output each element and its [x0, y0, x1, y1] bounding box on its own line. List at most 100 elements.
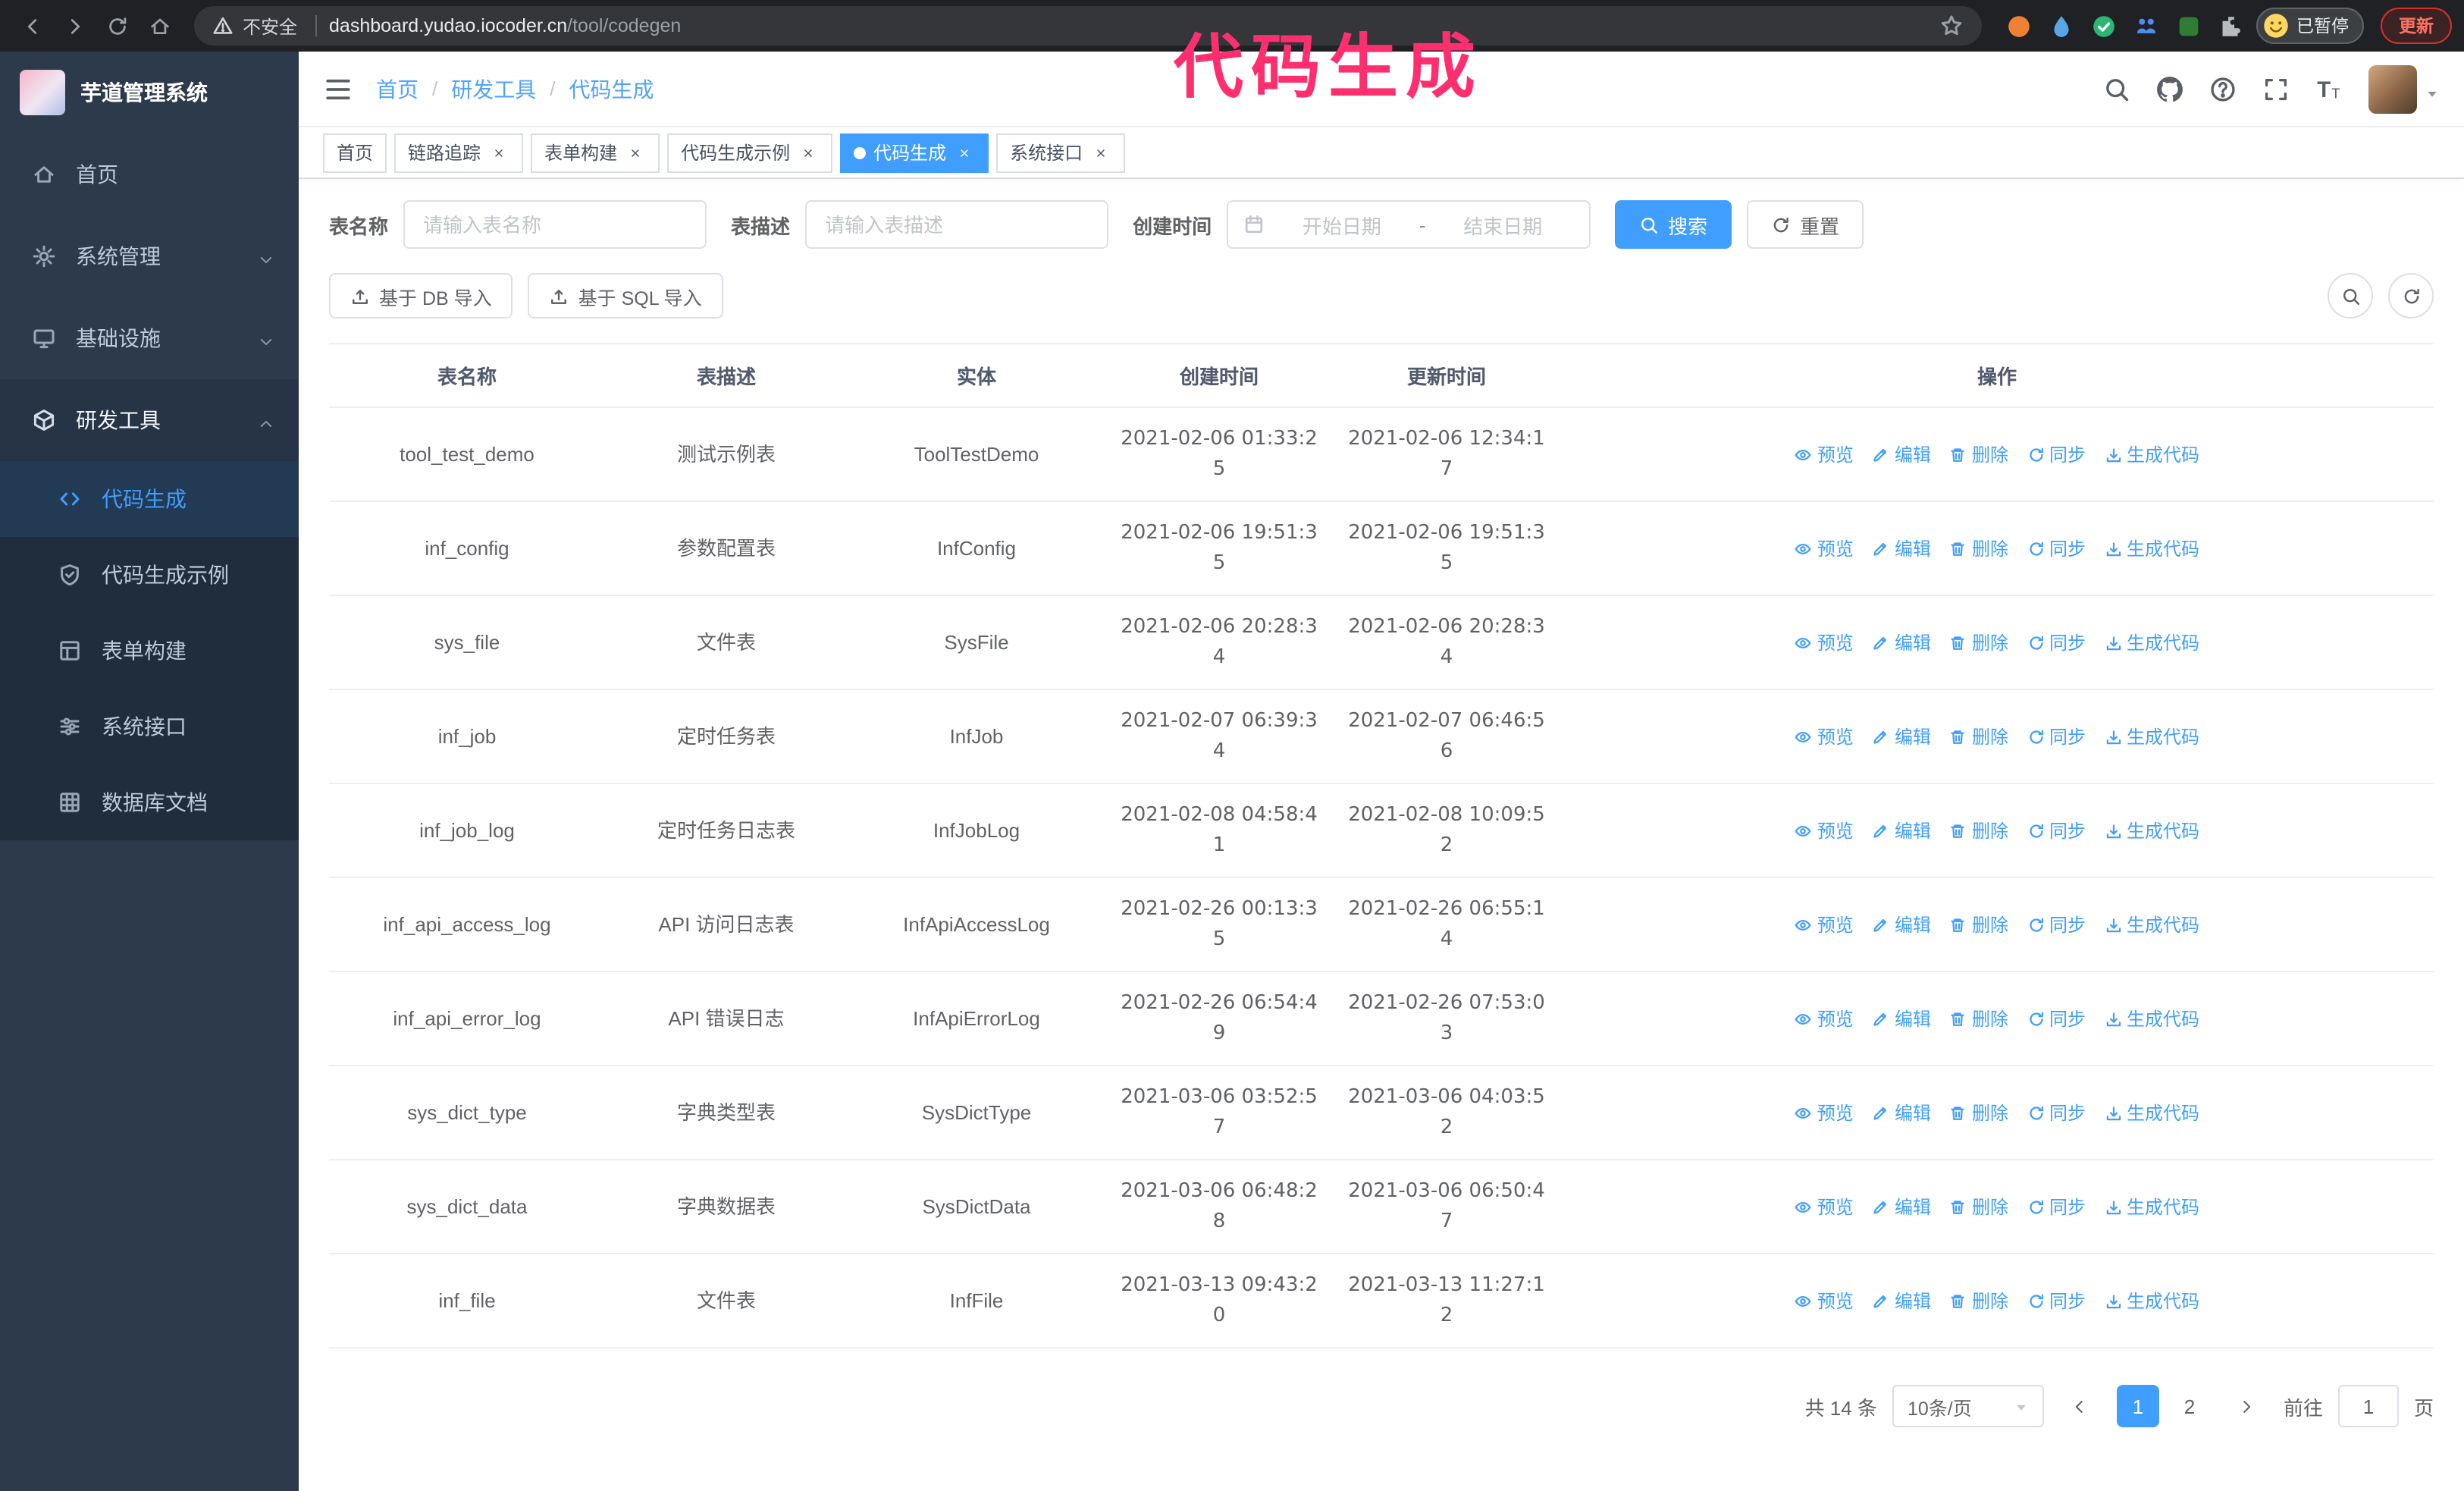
- breadcrumb-item-1[interactable]: 研发工具: [451, 74, 536, 104]
- delete-link[interactable]: 删除: [1949, 1099, 2008, 1126]
- edit-link[interactable]: 编辑: [1872, 1193, 1931, 1220]
- sidebar-subitem-4[interactable]: 数据库文档: [0, 764, 299, 840]
- preview-link[interactable]: 预览: [1795, 629, 1854, 656]
- tab-4[interactable]: 代码生成: [840, 133, 989, 172]
- generate-code-link[interactable]: 生成代码: [2104, 1193, 2199, 1220]
- edit-link[interactable]: 编辑: [1872, 535, 1931, 562]
- delete-link[interactable]: 删除: [1949, 1193, 2008, 1220]
- generate-code-link[interactable]: 生成代码: [2104, 441, 2199, 468]
- preview-link[interactable]: 预览: [1795, 1099, 1854, 1126]
- toggle-search-button[interactable]: [2328, 273, 2373, 319]
- sync-link[interactable]: 同步: [2027, 723, 2086, 750]
- sidebar-subitem-2[interactable]: 表单构建: [0, 613, 299, 689]
- generate-code-link[interactable]: 生成代码: [2104, 1005, 2199, 1032]
- next-page-button[interactable]: [2226, 1385, 2268, 1427]
- extension-icon-green-check[interactable]: [2090, 13, 2116, 39]
- preview-link[interactable]: 预览: [1795, 1287, 1854, 1314]
- extension-icon-blue-drop[interactable]: [2048, 13, 2074, 39]
- page-number-2[interactable]: 2: [2168, 1385, 2211, 1427]
- delete-link[interactable]: 删除: [1949, 911, 2008, 938]
- preview-link[interactable]: 预览: [1795, 535, 1854, 562]
- hamburger-icon[interactable]: [323, 74, 353, 104]
- profile-paused-badge[interactable]: 已暂停: [2256, 8, 2364, 44]
- sync-link[interactable]: 同步: [2027, 1099, 2086, 1126]
- delete-link[interactable]: 删除: [1949, 817, 2008, 844]
- help-icon[interactable]: [2209, 75, 2237, 102]
- close-icon[interactable]: [798, 142, 819, 163]
- delete-link[interactable]: 删除: [1949, 629, 2008, 656]
- home-button[interactable]: [140, 6, 179, 46]
- preview-link[interactable]: 预览: [1795, 1193, 1854, 1220]
- edit-link[interactable]: 编辑: [1872, 817, 1931, 844]
- edit-link[interactable]: 编辑: [1872, 441, 1931, 468]
- edit-link[interactable]: 编辑: [1872, 723, 1931, 750]
- address-bar[interactable]: 不安全 dashboard.yudao.iocoder.cn/tool/code…: [194, 6, 1981, 46]
- reset-button[interactable]: 重置: [1747, 200, 1864, 249]
- bookmark-star-icon[interactable]: [1939, 14, 1963, 38]
- preview-link[interactable]: 预览: [1795, 1005, 1854, 1032]
- tab-0[interactable]: 首页: [323, 133, 387, 172]
- sync-link[interactable]: 同步: [2027, 1193, 2086, 1220]
- fullscreen-icon[interactable]: [2262, 75, 2290, 102]
- preview-link[interactable]: 预览: [1795, 441, 1854, 468]
- tab-1[interactable]: 链路追踪: [394, 133, 524, 172]
- sidebar-subitem-3[interactable]: 系统接口: [0, 689, 299, 764]
- reload-button[interactable]: [97, 6, 136, 46]
- generate-code-link[interactable]: 生成代码: [2104, 1287, 2199, 1314]
- edit-link[interactable]: 编辑: [1872, 911, 1931, 938]
- sync-link[interactable]: 同步: [2027, 817, 2086, 844]
- delete-link[interactable]: 删除: [1949, 441, 2008, 468]
- font-size-icon[interactable]: TT: [2315, 75, 2343, 102]
- edit-link[interactable]: 编辑: [1872, 629, 1931, 656]
- sync-link[interactable]: 同步: [2027, 1287, 2086, 1314]
- edit-link[interactable]: 编辑: [1872, 1287, 1931, 1314]
- refresh-table-button[interactable]: [2388, 273, 2434, 319]
- sync-link[interactable]: 同步: [2027, 911, 2086, 938]
- tab-3[interactable]: 代码生成示例: [667, 133, 833, 172]
- goto-page-input[interactable]: [2337, 1385, 2399, 1427]
- sidebar-item-1[interactable]: 系统管理: [0, 215, 299, 297]
- back-button[interactable]: [12, 6, 52, 46]
- sidebar-subitem-1[interactable]: 代码生成示例: [0, 537, 299, 613]
- sidebar-subitem-0[interactable]: 代码生成: [0, 461, 299, 537]
- generate-code-link[interactable]: 生成代码: [2104, 535, 2199, 562]
- close-icon[interactable]: [1090, 142, 1111, 163]
- sidebar-item-2[interactable]: 基础设施: [0, 297, 299, 379]
- preview-link[interactable]: 预览: [1795, 911, 1854, 938]
- sync-link[interactable]: 同步: [2027, 441, 2086, 468]
- extension-icon-people[interactable]: [2133, 13, 2158, 39]
- preview-link[interactable]: 预览: [1795, 817, 1854, 844]
- sync-link[interactable]: 同步: [2027, 629, 2086, 656]
- table-desc-input[interactable]: [805, 200, 1109, 249]
- extension-icon-orange-circle[interactable]: [2005, 13, 2031, 39]
- sync-link[interactable]: 同步: [2027, 1005, 2086, 1032]
- date-range-picker[interactable]: 开始日期 - 结束日期: [1227, 200, 1591, 249]
- extension-icon-puzzle[interactable]: [2218, 13, 2243, 39]
- generate-code-link[interactable]: 生成代码: [2104, 817, 2199, 844]
- preview-link[interactable]: 预览: [1795, 723, 1854, 750]
- extension-icon-green-square[interactable]: [2175, 13, 2201, 39]
- search-icon[interactable]: [2103, 75, 2130, 102]
- edit-link[interactable]: 编辑: [1872, 1005, 1931, 1032]
- sidebar-logo[interactable]: 芋道管理系统: [0, 52, 299, 133]
- breadcrumb-item-0[interactable]: 首页: [376, 74, 419, 104]
- search-button[interactable]: 搜索: [1615, 200, 1732, 249]
- browser-update-button[interactable]: 更新: [2381, 8, 2452, 44]
- table-name-input[interactable]: [403, 200, 707, 249]
- delete-link[interactable]: 删除: [1949, 723, 2008, 750]
- import-db-button[interactable]: 基于 DB 导入: [329, 273, 513, 319]
- generate-code-link[interactable]: 生成代码: [2104, 629, 2199, 656]
- delete-link[interactable]: 删除: [1949, 1005, 2008, 1032]
- close-icon[interactable]: [954, 142, 975, 163]
- delete-link[interactable]: 删除: [1949, 535, 2008, 562]
- github-icon[interactable]: [2156, 75, 2183, 102]
- page-size-select[interactable]: 10条/页: [1892, 1385, 2044, 1427]
- close-icon[interactable]: [488, 142, 509, 163]
- close-icon[interactable]: [625, 142, 646, 163]
- tab-5[interactable]: 系统接口: [996, 133, 1126, 172]
- delete-link[interactable]: 删除: [1949, 1287, 2008, 1314]
- import-sql-button[interactable]: 基于 SQL 导入: [528, 273, 723, 319]
- user-menu[interactable]: [2368, 64, 2440, 113]
- sidebar-item-3[interactable]: 研发工具: [0, 379, 299, 461]
- prev-page-button[interactable]: [2059, 1385, 2102, 1427]
